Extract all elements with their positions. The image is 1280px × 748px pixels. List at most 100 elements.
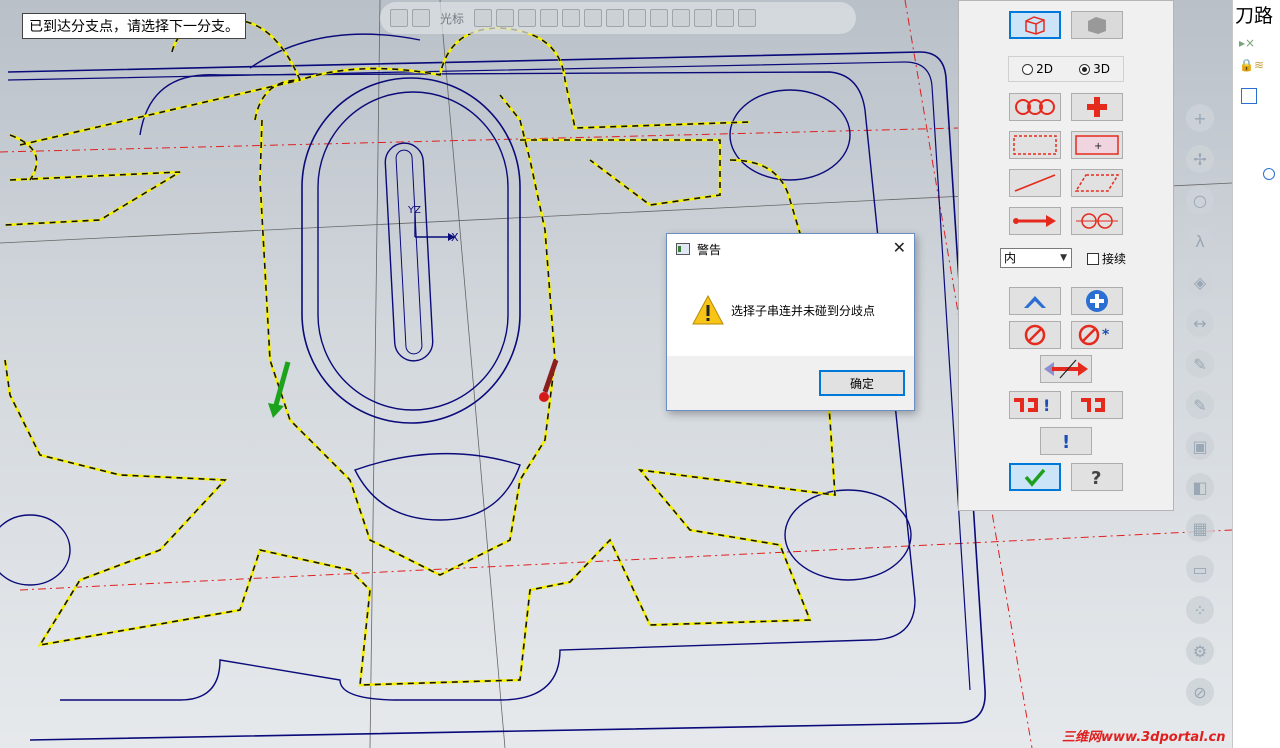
svg-text:!: ! xyxy=(1062,432,1070,452)
help-icon: ? xyxy=(1091,468,1101,488)
curve-icon[interactable]: λ xyxy=(1186,227,1214,255)
cube-solid-icon[interactable] xyxy=(562,9,581,27)
info-button[interactable]: ! xyxy=(1040,427,1092,455)
dialog-message: 选择子串连并未碰到分歧点 xyxy=(731,304,876,318)
body-icon[interactable] xyxy=(606,9,625,27)
parallelogram-icon xyxy=(1074,174,1120,192)
refresh-icon[interactable] xyxy=(716,9,735,27)
frame-icon[interactable]: ▭ xyxy=(1186,555,1214,583)
close-icon[interactable]: ✕ xyxy=(893,238,906,257)
check-icon xyxy=(1024,468,1046,487)
view-side-tools: + ✢ ○ λ ◈ ↔ ✎ ✎ ▣ ◧ ▦ ▭ ⁘ ⚙ ⊘ xyxy=(1186,104,1216,719)
chain-options-icon: ! xyxy=(1014,396,1050,415)
axis-x-label: X xyxy=(451,231,459,244)
grid-icon[interactable] xyxy=(412,9,430,27)
lock-icon[interactable] xyxy=(390,9,408,27)
point-button[interactable] xyxy=(1071,93,1123,121)
reverse-arrow-icon xyxy=(1044,359,1088,379)
vector-button[interactable] xyxy=(1009,207,1061,235)
options-button[interactable]: ! xyxy=(1009,391,1061,419)
blocks-icon[interactable]: ▦ xyxy=(1186,514,1214,542)
chevron-down-icon: ▼ xyxy=(1060,253,1067,263)
circle-icon[interactable]: ○ xyxy=(1186,186,1214,214)
svg-text:!: ! xyxy=(1043,396,1050,415)
svg-text:?: ? xyxy=(1091,468,1101,488)
machine-group-icon[interactable] xyxy=(1241,88,1257,104)
pen-icon[interactable]: ✎ xyxy=(1186,350,1214,378)
dimension-icon[interactable]: ↔ xyxy=(1186,309,1214,337)
filter-icon[interactable] xyxy=(672,9,691,27)
exclamation-icon: ! xyxy=(1062,432,1070,452)
radio-3d[interactable]: 3D xyxy=(1079,62,1110,76)
solid-cube-icon xyxy=(1088,17,1106,34)
select-icon[interactable] xyxy=(628,9,647,27)
area-button[interactable]: + xyxy=(1071,131,1123,159)
line-icon xyxy=(1014,174,1056,192)
chain-end-icon xyxy=(1081,398,1105,412)
continue-checkbox[interactable]: 接续 xyxy=(1087,250,1126,267)
mode-dropdown[interactable]: 内 ▼ xyxy=(1000,248,1072,268)
dimension-mode-group: 2D 3D xyxy=(1008,56,1124,82)
chain-button[interactable] xyxy=(1009,93,1061,121)
partial-chain-icon xyxy=(1076,213,1118,229)
ok-check-button[interactable] xyxy=(1009,463,1061,491)
panel-title: 刀路 xyxy=(1235,5,1274,27)
check-select-icon[interactable] xyxy=(694,9,713,27)
no-entry-icon xyxy=(1024,324,1046,346)
toolpath-tree-panel: 刀路 ▸× 🔒≋ xyxy=(1232,0,1280,748)
window-button[interactable] xyxy=(1009,131,1061,159)
window-icon xyxy=(676,243,690,255)
face-icon[interactable] xyxy=(584,9,603,27)
caret-up-icon xyxy=(1024,296,1046,308)
help-button[interactable]: ? xyxy=(1071,463,1123,491)
unselect-all-button[interactable]: * xyxy=(1071,321,1123,349)
previous-button[interactable] xyxy=(1009,287,1061,315)
toolpath-node-icon[interactable] xyxy=(1263,168,1275,180)
no-icon[interactable]: ⊘ xyxy=(1186,678,1214,706)
add-circle-icon xyxy=(1086,290,1108,312)
add-chain-button[interactable] xyxy=(1071,287,1123,315)
dots-icon[interactable]: ⁘ xyxy=(1186,596,1214,624)
radio-2d[interactable]: 2D xyxy=(1022,62,1053,76)
gear-icon[interactable] xyxy=(496,9,515,27)
wireframe-mode-button[interactable] xyxy=(1009,11,1061,39)
branch-arrow-green xyxy=(268,361,291,418)
select-all-icon[interactable]: ▸× xyxy=(1239,36,1255,50)
lock-icon[interactable]: 🔒≋ xyxy=(1239,58,1264,72)
cube-wire-icon[interactable] xyxy=(540,9,559,27)
pointer-icon[interactable] xyxy=(518,9,537,27)
end-button[interactable] xyxy=(1071,391,1123,419)
ok-button[interactable]: 确定 xyxy=(819,370,905,396)
dialog-titlebar[interactable]: 警告 ✕ xyxy=(667,234,914,264)
pen2-icon[interactable]: ✎ xyxy=(1186,391,1214,419)
single-button[interactable] xyxy=(1009,169,1061,197)
svg-text:+: + xyxy=(1094,141,1102,152)
floating-toolbar: 光标 xyxy=(380,2,856,34)
warning-icon xyxy=(692,295,724,325)
snap-icon[interactable] xyxy=(474,9,493,27)
axis-yz-label: YZ xyxy=(407,205,421,216)
window-icon[interactable] xyxy=(650,9,669,27)
wire-cube-icon xyxy=(1025,16,1045,35)
chain-icon xyxy=(1015,99,1055,115)
point-icon[interactable]: ✢ xyxy=(1186,145,1214,173)
cube-icon[interactable]: ◧ xyxy=(1186,473,1214,501)
unselect-button[interactable] xyxy=(1009,321,1061,349)
plus-icon[interactable]: + xyxy=(1186,104,1214,132)
red-cross-icon xyxy=(1087,97,1107,117)
reverse-button[interactable] xyxy=(1040,355,1092,383)
status-prompt: 已到达分支点，请选择下一分支。 xyxy=(22,13,246,39)
area-rect-icon: + xyxy=(1075,135,1119,155)
surface-icon[interactable]: ◈ xyxy=(1186,268,1214,296)
undo-icon[interactable] xyxy=(738,9,757,27)
no-entry-all-icon: * xyxy=(1078,324,1110,346)
partial-button[interactable] xyxy=(1071,207,1123,235)
continue-checkbox-box[interactable] xyxy=(1087,252,1099,265)
arrow-right-icon xyxy=(1013,215,1056,227)
polygon-button[interactable] xyxy=(1071,169,1123,197)
box-icon[interactable]: ▣ xyxy=(1186,432,1214,460)
settings-icon[interactable]: ⚙ xyxy=(1186,637,1214,665)
cursor-mode-label[interactable]: 光标 xyxy=(440,10,464,27)
dialog-title: 警告 xyxy=(697,243,722,257)
solid-mode-button[interactable] xyxy=(1071,11,1123,39)
